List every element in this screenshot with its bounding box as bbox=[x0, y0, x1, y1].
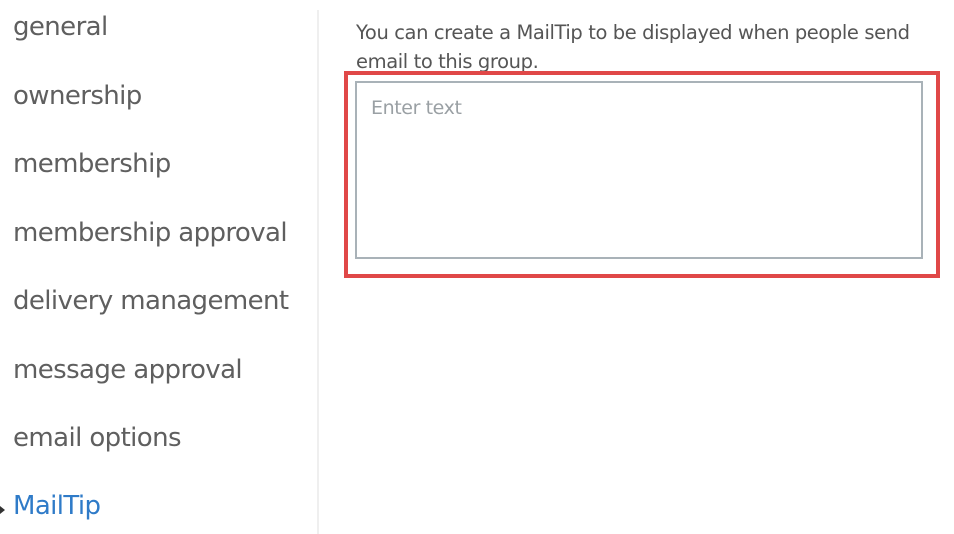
nav-item-message-approval[interactable]: message approval bbox=[13, 355, 243, 385]
nav-item-membership-approval[interactable]: membership approval bbox=[13, 218, 288, 248]
nav-item-email-options[interactable]: email options bbox=[13, 423, 182, 453]
active-indicator-arrow-icon bbox=[0, 506, 5, 514]
mailtip-textarea[interactable] bbox=[355, 81, 923, 259]
sidebar-nav: general ownership membership membership … bbox=[0, 0, 318, 534]
nav-item-general[interactable]: general bbox=[13, 12, 108, 42]
nav-item-ownership[interactable]: ownership bbox=[13, 81, 142, 111]
nav-item-mailtip[interactable]: MailTip bbox=[13, 491, 101, 521]
nav-item-membership[interactable]: membership bbox=[13, 149, 171, 179]
nav-item-delivery-management[interactable]: delivery management bbox=[13, 286, 289, 316]
mailtip-description: You can create a MailTip to be displayed… bbox=[356, 21, 910, 73]
vertical-divider bbox=[317, 10, 319, 534]
